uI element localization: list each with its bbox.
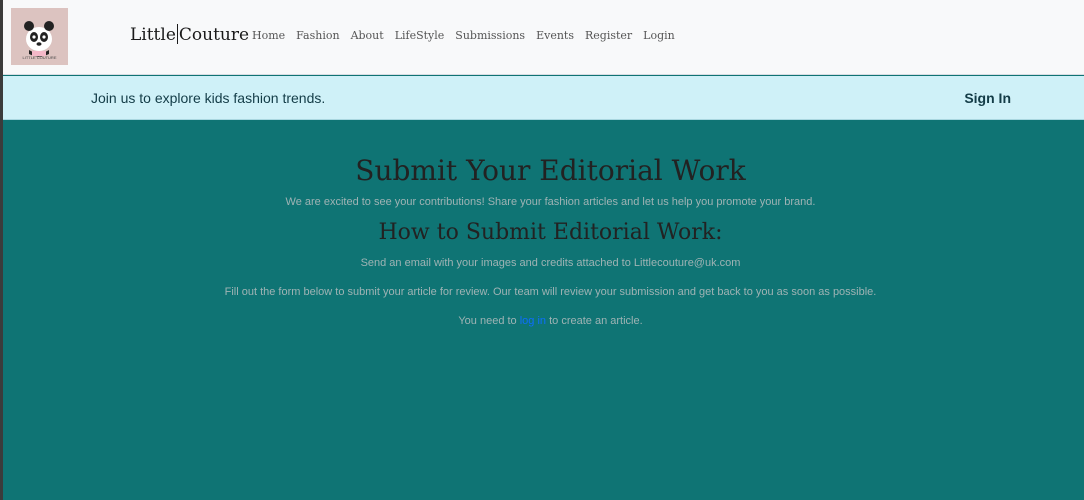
- brand-logo[interactable]: LITTLE COUTURE: [11, 8, 68, 65]
- form-instruction: Fill out the form below to submit your a…: [224, 286, 877, 298]
- login-notice: You need to log in to create an article.: [3, 315, 1084, 327]
- brand-name-right: Couture: [178, 25, 250, 45]
- nav-item-about[interactable]: About: [351, 29, 384, 42]
- brand-name-left: Little: [130, 25, 176, 45]
- login-notice-suffix: to create an article.: [546, 315, 643, 327]
- nav-item-home[interactable]: Home: [252, 29, 285, 42]
- nav-item-register[interactable]: Register: [585, 29, 632, 42]
- banner-message: Join us to explore kids fashion trends.: [91, 90, 326, 106]
- login-notice-prefix: You need to: [458, 315, 520, 327]
- panda-icon: LITTLE COUTURE: [11, 8, 68, 65]
- nav-item-events[interactable]: Events: [536, 29, 574, 42]
- signin-button[interactable]: Sign In: [964, 90, 1011, 106]
- nav-item-fashion[interactable]: Fashion: [296, 29, 339, 42]
- page-title: Submit Your Editorial Work: [355, 154, 746, 187]
- info-banner: Join us to explore kids fashion trends. …: [3, 76, 1084, 120]
- brand-name[interactable]: Little Couture: [130, 24, 249, 45]
- nav-item-login[interactable]: Login: [643, 29, 675, 42]
- intro-text: We are excited to see your contributions…: [285, 196, 816, 208]
- nav-item-lifestyle[interactable]: LifeStyle: [395, 29, 445, 42]
- email-instruction: Send an email with your images and credi…: [360, 257, 741, 269]
- top-navbar: LITTLE COUTURE Little Couture Home Fashio…: [3, 0, 1084, 75]
- brand-separator: [176, 24, 178, 44]
- nav-links: Home Fashion About LifeStyle Submissions…: [252, 29, 675, 42]
- login-link[interactable]: log in: [520, 315, 546, 327]
- left-edge-divider: [0, 0, 3, 500]
- nav-item-submissions[interactable]: Submissions: [455, 29, 525, 42]
- svg-text:LITTLE COUTURE: LITTLE COUTURE: [22, 55, 56, 60]
- section-heading: How to Submit Editorial Work:: [378, 220, 723, 245]
